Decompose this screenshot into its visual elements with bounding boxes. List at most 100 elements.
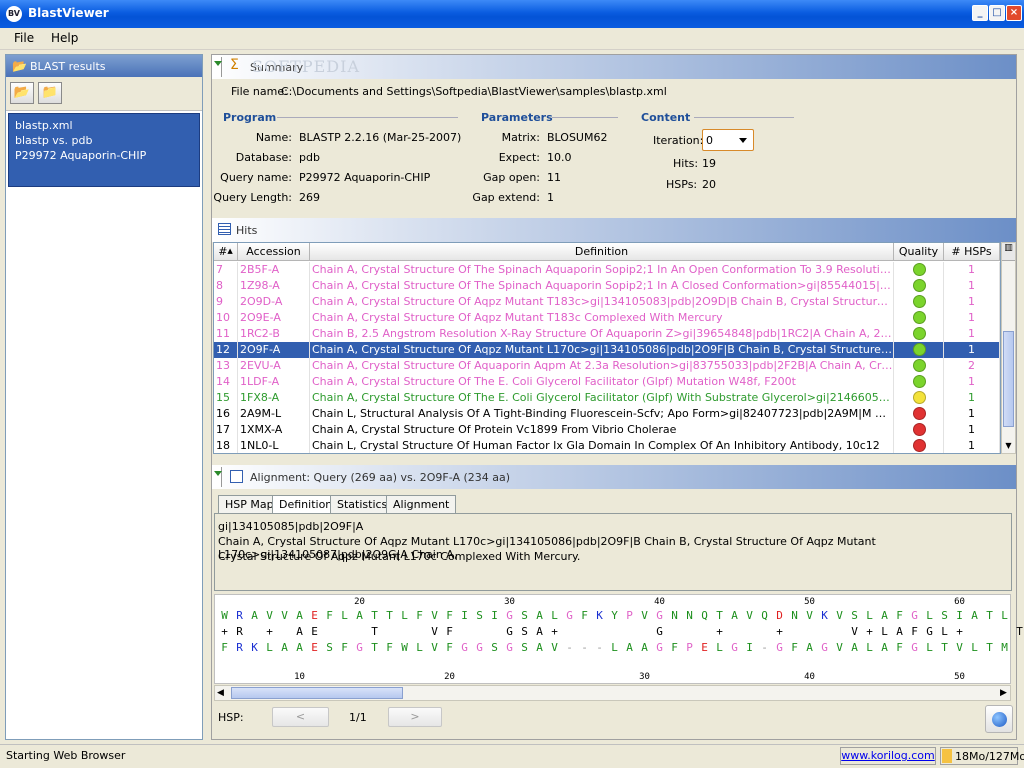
scroll-down-icon[interactable]: ▼: [1003, 439, 1014, 452]
scroll-left-icon[interactable]: ◀: [217, 688, 224, 698]
close-button[interactable]: ×: [1006, 5, 1022, 21]
alignment-tabs: HSP Map Definition Statistics Alignment: [218, 495, 1008, 514]
residue: L: [1001, 609, 1008, 622]
residue: A: [536, 609, 543, 622]
iteration-select[interactable]: 0: [702, 129, 754, 151]
memory-text: 18Mo/127Mo: [955, 750, 1024, 763]
column-header-hsps[interactable]: # HSPs: [944, 243, 1000, 261]
table-row[interactable]: 10 2O9E-A Chain A, Crystal Structure Of Aq…: [214, 310, 1000, 326]
cell-def: Chain L, Structural Analysis Of A Tight-…: [310, 406, 894, 422]
alignment-scrollbar[interactable]: ◀ ▶: [214, 685, 1011, 701]
residue: W: [401, 641, 408, 654]
menu-help[interactable]: Help: [51, 31, 78, 45]
quality-icon: [894, 262, 944, 278]
collapse-alignment-button[interactable]: [212, 467, 222, 487]
table-row[interactable]: 18 1NL0-L Chain L, Crystal Structure Of Hu…: [214, 438, 1000, 453]
quality-icon: [894, 422, 944, 438]
open-recent-button[interactable]: 📁: [38, 82, 62, 104]
title-bar[interactable]: BV BlastViewer _ □ ×: [0, 0, 1024, 28]
cell-def: Chain A, Crystal Structure Of The Spinac…: [312, 278, 894, 294]
residue: +: [956, 625, 963, 638]
cell-n: 15: [214, 390, 238, 406]
hits-value: 19: [702, 157, 716, 170]
cell-n: 14: [214, 374, 238, 390]
residue: S: [521, 625, 528, 638]
residue: A: [626, 641, 633, 654]
residue: R: [236, 641, 243, 654]
definition-panel: gi|134105085|pdb|2O9F|A Chain A, Crystal…: [214, 513, 1012, 591]
cell-hsps: 1: [944, 390, 1000, 406]
residue: R: [236, 625, 243, 638]
field-label: Expect:: [498, 151, 540, 164]
content-title: Content: [641, 111, 691, 124]
table-row[interactable]: 14 1LDF-A Chain A, Crystal Structure Of Th…: [214, 374, 1000, 390]
table-row[interactable]: 8 1Z98-A Chain A, Crystal Structure Of The…: [214, 278, 1000, 294]
scroll-right-icon[interactable]: ▶: [1000, 688, 1007, 698]
residue: V: [431, 625, 438, 638]
website-link[interactable]: www.korilog.com: [840, 747, 936, 765]
residue: +: [776, 625, 783, 638]
residue: T: [371, 609, 378, 622]
residue: L: [716, 641, 723, 654]
residue: S: [521, 641, 528, 654]
menu-file[interactable]: File: [14, 31, 34, 45]
column-header-definition[interactable]: Definition: [310, 243, 894, 261]
cell-def: Chain A, Crystal Structure Of The E. Col…: [310, 374, 894, 390]
table-scrollbar[interactable]: ▥ ▼: [1001, 242, 1016, 454]
residue: G: [821, 641, 828, 654]
residue: A: [296, 609, 303, 622]
column-header-quality[interactable]: Quality: [894, 243, 944, 261]
tab-alignment[interactable]: Alignment: [386, 495, 457, 513]
ruler-tick-label: 60: [954, 597, 965, 607]
residue: L: [416, 641, 423, 654]
column-chooser-icon[interactable]: ▥: [1002, 243, 1015, 261]
residue: A: [536, 641, 543, 654]
scrollbar-thumb[interactable]: [1003, 331, 1014, 427]
window-title: BlastViewer: [28, 6, 109, 20]
table-row[interactable]: 9 2O9D-A Chain A, Crystal Structure Of Aqp…: [214, 294, 1000, 310]
residue: A: [536, 625, 543, 638]
residue: -: [581, 641, 588, 654]
smiley-face-icon: [913, 311, 926, 324]
residue: G: [476, 641, 483, 654]
hits-table[interactable]: #▲ Accession Definition Quality # HSPs 7…: [213, 242, 1001, 454]
open-file-button[interactable]: 📂: [10, 82, 34, 104]
table-row[interactable]: 13 2EVU-A Chain A, Crystal Structure Of Aq…: [214, 358, 1000, 374]
residue: F: [341, 641, 348, 654]
residue: S: [326, 641, 333, 654]
hsp-prev-button[interactable]: <: [272, 707, 329, 727]
table-row[interactable]: 15 1FX8-A Chain A, Crystal Structure Of Th…: [214, 390, 1000, 406]
list-item[interactable]: P29972 Aquaporin-CHIP: [15, 148, 193, 163]
residue: +: [221, 625, 228, 638]
gap-extend-value: 1: [547, 191, 554, 204]
divider: [277, 117, 458, 118]
residue: L: [971, 641, 978, 654]
minimize-button[interactable]: _: [972, 5, 988, 21]
scrollbar-thumb[interactable]: [231, 687, 403, 699]
cell-def: Chain A, Crystal Structure Of Aqpz Mutan…: [310, 310, 894, 326]
ruler-tick-label: 50: [954, 672, 965, 682]
file-list[interactable]: blastp.xml blastp vs. pdb P29972 Aquapor…: [8, 113, 200, 187]
cell-acc: 1NL0-L: [238, 438, 310, 453]
gap-open-value: 11: [547, 171, 561, 184]
residue: V: [431, 641, 438, 654]
cell-acc: 2B5F-A: [238, 262, 310, 278]
list-item[interactable]: blastp vs. pdb: [15, 133, 193, 148]
column-header-number[interactable]: #▲: [214, 243, 238, 261]
list-item[interactable]: blastp.xml: [15, 118, 193, 133]
maximize-button[interactable]: □: [989, 5, 1005, 21]
table-row[interactable]: 16 2A9M-L Chain L, Structural Analysis Of …: [214, 406, 1000, 422]
hsp-next-button[interactable]: >: [388, 707, 442, 727]
iteration-label: Iteration:: [653, 134, 704, 147]
table-row[interactable]: 7 2B5F-A Chain A, Crystal Structure Of The…: [214, 262, 1000, 278]
ruler-tick-label: 30: [504, 597, 515, 607]
web-browser-button[interactable]: [985, 705, 1013, 733]
collapse-summary-button[interactable]: [212, 57, 222, 77]
hits-header: Hits: [212, 218, 1016, 242]
tab-statistics[interactable]: Statistics: [330, 495, 395, 513]
table-row[interactable]: 11 1RC2-B Chain B, 2.5 Angstrom Resolution…: [214, 326, 1000, 342]
results-panel: 📂 BLAST results 📂 📁 blastp.xml blastp vs…: [5, 54, 203, 740]
table-row[interactable]: 17 1XMX-A Chain A, Crystal Structure Of Pr…: [214, 422, 1000, 438]
table-row[interactable]: 12 2O9F-A Chain A, Crystal Structure Of Aq…: [214, 342, 1000, 358]
column-header-accession[interactable]: Accession: [238, 243, 310, 261]
